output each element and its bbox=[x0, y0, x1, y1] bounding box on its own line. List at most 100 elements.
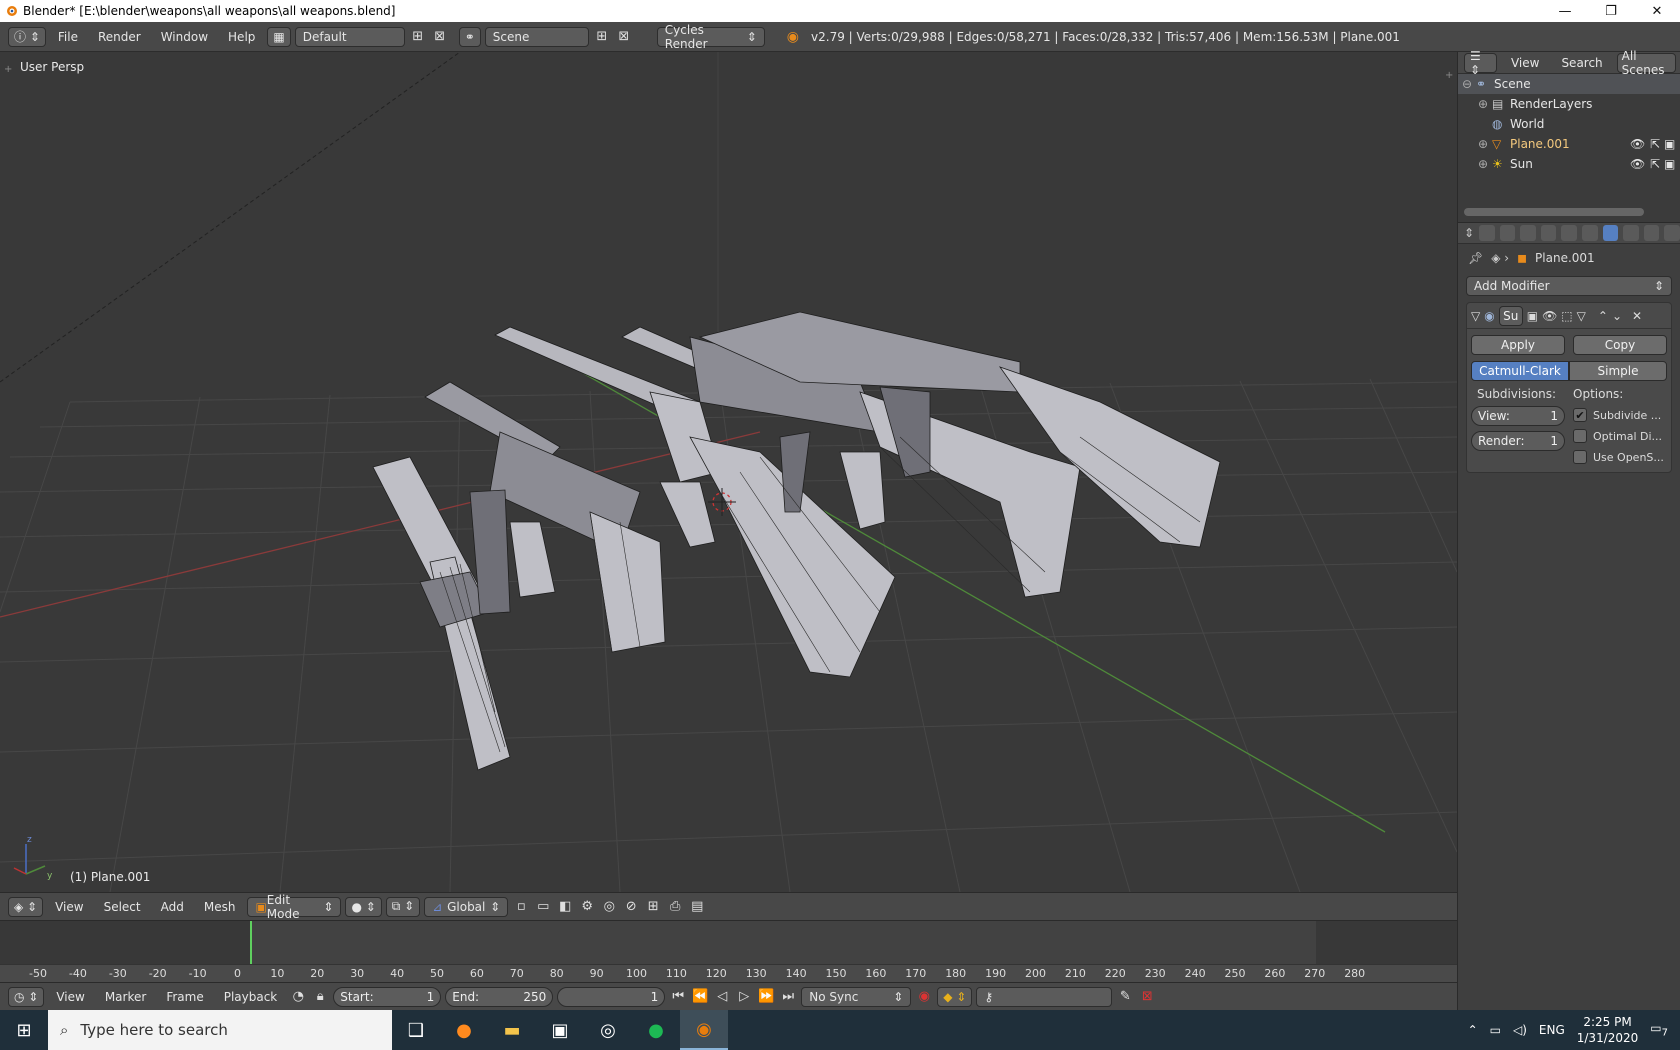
language-indicator[interactable]: ENG bbox=[1539, 1023, 1565, 1037]
mode-select[interactable]: ▣ Edit Mode ⇕ bbox=[247, 893, 342, 921]
viewport-shading-button[interactable]: ● ⇕ bbox=[345, 896, 382, 917]
properties-editor-icon[interactable]: ⇕ bbox=[1464, 226, 1474, 240]
proportional-edit-icon[interactable]: ◎ bbox=[600, 898, 618, 916]
modifier-name-field[interactable]: Su bbox=[1498, 305, 1523, 326]
pin-icon[interactable]: 📌︎ bbox=[1468, 251, 1483, 265]
subdivide-uvs-option[interactable]: ✔ Subdivide ... bbox=[1573, 408, 1667, 422]
outliner-filter-select[interactable]: All Scenes bbox=[1616, 49, 1676, 77]
face-select-icon[interactable]: ◧ bbox=[556, 898, 574, 916]
remove-modifier-icon[interactable]: ✕ bbox=[1632, 309, 1642, 323]
menu-help[interactable]: Help bbox=[220, 30, 263, 44]
menu-marker[interactable]: Marker bbox=[97, 990, 154, 1004]
maximize-button[interactable]: ❐ bbox=[1588, 0, 1634, 22]
editor-type-info-button[interactable]: ⓘ ⇕ bbox=[8, 26, 46, 47]
jump-keyframe-back-icon[interactable]: ⏪ bbox=[691, 988, 709, 1006]
sync-select[interactable]: No Sync ⇕ bbox=[801, 986, 912, 1007]
volume-icon[interactable]: ◁) bbox=[1513, 1023, 1527, 1037]
delete-keyframe-icon[interactable]: ⊠ bbox=[1138, 988, 1156, 1006]
preview-range-icon[interactable]: ◔ bbox=[289, 988, 307, 1006]
use-opensubdiv-option[interactable]: Use OpenS... bbox=[1573, 450, 1667, 464]
outliner-row-world[interactable]: ◍ World bbox=[1458, 114, 1680, 134]
select-cursor-icon[interactable]: ⇱ bbox=[1650, 157, 1660, 171]
edit-mode-toggle-icon[interactable]: ⬚ bbox=[1561, 309, 1572, 323]
visibility-eye-icon[interactable]: 👁︎ bbox=[1630, 157, 1645, 171]
menu-frame[interactable]: Frame bbox=[158, 990, 211, 1004]
scene-tab-icon[interactable] bbox=[1520, 225, 1536, 241]
data-tab-icon[interactable] bbox=[1623, 225, 1639, 241]
editor-type-3d-button[interactable]: ◈ ⇕ bbox=[8, 896, 44, 917]
current-frame-field[interactable]: 1 bbox=[557, 986, 666, 1007]
expand-toggle-icon[interactable]: ⊕ bbox=[1478, 137, 1492, 151]
material-tab-icon[interactable] bbox=[1643, 225, 1660, 241]
copy-button[interactable]: Copy bbox=[1573, 335, 1667, 355]
render-camera-icon[interactable]: ▣ bbox=[1664, 137, 1675, 151]
network-icon[interactable]: ▭ bbox=[1490, 1023, 1501, 1037]
render-animation-icon[interactable]: ▤ bbox=[688, 898, 706, 916]
transform-orientation-select[interactable]: ⊿ Global ⇕ bbox=[424, 896, 509, 917]
minimize-button[interactable]: — bbox=[1542, 0, 1588, 22]
subdivide-uvs-checkbox[interactable]: ✔ bbox=[1573, 408, 1587, 422]
file-explorer-taskbar-button[interactable]: ▬ bbox=[488, 1010, 536, 1050]
remove-layout-icon[interactable]: ⊠ bbox=[431, 28, 449, 46]
snap-element-icon[interactable]: ⊞ bbox=[644, 898, 662, 916]
play-reverse-icon[interactable]: ◁ bbox=[713, 988, 731, 1006]
menu-select[interactable]: Select bbox=[96, 900, 149, 914]
menu-mesh[interactable]: Mesh bbox=[196, 900, 244, 914]
pivot-point-button[interactable]: ⧉ ⇕ bbox=[385, 896, 421, 917]
current-frame-marker[interactable] bbox=[250, 921, 252, 965]
render-engine-select[interactable]: Cycles Render ⇕ bbox=[656, 23, 765, 51]
taskbar-search-box[interactable]: ⌕ Type here to search bbox=[48, 1010, 392, 1050]
optimal-display-checkbox[interactable] bbox=[1573, 429, 1587, 443]
layout-icon-button[interactable]: ▦ bbox=[267, 26, 291, 47]
add-scene-icon[interactable]: ⊞ bbox=[593, 28, 611, 46]
snap-icon[interactable]: ⊘ bbox=[622, 898, 640, 916]
render-toggle-icon[interactable]: ▣ bbox=[1527, 309, 1538, 323]
outliner-row-plane[interactable]: ⊕ ▽ Plane.001 👁︎ ⇱ ▣ bbox=[1458, 134, 1680, 154]
visibility-eye-icon[interactable]: 👁︎ bbox=[1630, 137, 1645, 151]
notifications-icon[interactable]: ▭7 bbox=[1650, 1021, 1668, 1038]
outliner-row-scene[interactable]: ⊖ ⚭ Scene bbox=[1458, 74, 1680, 94]
outliner-scrollbar[interactable] bbox=[1464, 208, 1644, 216]
menu-render[interactable]: Render bbox=[90, 30, 149, 44]
collapse-toggle-icon[interactable]: ⊖ bbox=[1462, 77, 1476, 91]
optimal-display-option[interactable]: Optimal Di... bbox=[1573, 429, 1667, 443]
simple-tab[interactable]: Simple bbox=[1569, 361, 1667, 381]
menu-playback[interactable]: Playback bbox=[216, 990, 286, 1004]
view-levels-field[interactable]: View: 1 bbox=[1471, 406, 1565, 426]
menu-file[interactable]: File bbox=[50, 30, 86, 44]
jump-keyframe-forward-icon[interactable]: ⏩ bbox=[757, 988, 775, 1006]
lock-icon[interactable]: 🔒︎ bbox=[311, 988, 329, 1006]
select-cursor-icon[interactable]: ⇱ bbox=[1650, 137, 1660, 151]
show-hidden-icons-icon[interactable]: ⌃ bbox=[1468, 1023, 1478, 1037]
expand-toggle-icon[interactable]: ⊕ bbox=[1478, 97, 1492, 111]
renderlayers-tab-icon[interactable] bbox=[1499, 225, 1516, 241]
outliner-menu-search[interactable]: Search bbox=[1553, 56, 1610, 70]
firefox-taskbar-button[interactable]: ● bbox=[440, 1010, 488, 1050]
record-icon[interactable]: ◉ bbox=[915, 988, 933, 1006]
render-tab-icon[interactable] bbox=[1479, 225, 1495, 241]
use-opensubdiv-checkbox[interactable] bbox=[1573, 450, 1587, 464]
menu-window[interactable]: Window bbox=[153, 30, 216, 44]
render-levels-field[interactable]: Render: 1 bbox=[1471, 431, 1565, 451]
jump-end-icon[interactable]: ⏭ bbox=[779, 988, 797, 1006]
outliner-row-renderlayers[interactable]: ⊕ ▤ RenderLayers bbox=[1458, 94, 1680, 114]
obs-taskbar-button[interactable]: ◎ bbox=[584, 1010, 632, 1050]
3d-viewport[interactable]: z y + + User Persp (1) Plane.001 bbox=[0, 52, 1457, 892]
cage-toggle-icon[interactable]: ▽ bbox=[1577, 309, 1586, 323]
render-camera-icon[interactable]: ▣ bbox=[1664, 157, 1675, 171]
spotify-taskbar-button[interactable]: ● bbox=[632, 1010, 680, 1050]
editor-type-timeline-button[interactable]: ◷ ⇕ bbox=[8, 986, 45, 1007]
modifiers-wrench-tab-icon[interactable] bbox=[1602, 225, 1619, 241]
catmull-clark-tab[interactable]: Catmull-Clark bbox=[1471, 361, 1569, 381]
vertex-select-icon[interactable]: ▫ bbox=[512, 898, 530, 916]
object-tab-icon[interactable] bbox=[1561, 225, 1578, 241]
weapons-mesh[interactable] bbox=[372, 311, 1221, 771]
store-taskbar-button[interactable]: ▣ bbox=[536, 1010, 584, 1050]
insert-keyframe-icon[interactable]: ✎ bbox=[1116, 988, 1134, 1006]
scene-select[interactable]: Scene bbox=[484, 26, 589, 47]
start-frame-field[interactable]: Start: 1 bbox=[333, 986, 442, 1007]
menu-view[interactable]: View bbox=[47, 900, 91, 914]
move-up-icon[interactable]: ⌃ bbox=[1598, 309, 1608, 323]
outliner-row-sun[interactable]: ⊕ ☀ Sun 👁︎ ⇱ ▣ bbox=[1458, 154, 1680, 174]
apply-button[interactable]: Apply bbox=[1471, 335, 1565, 355]
